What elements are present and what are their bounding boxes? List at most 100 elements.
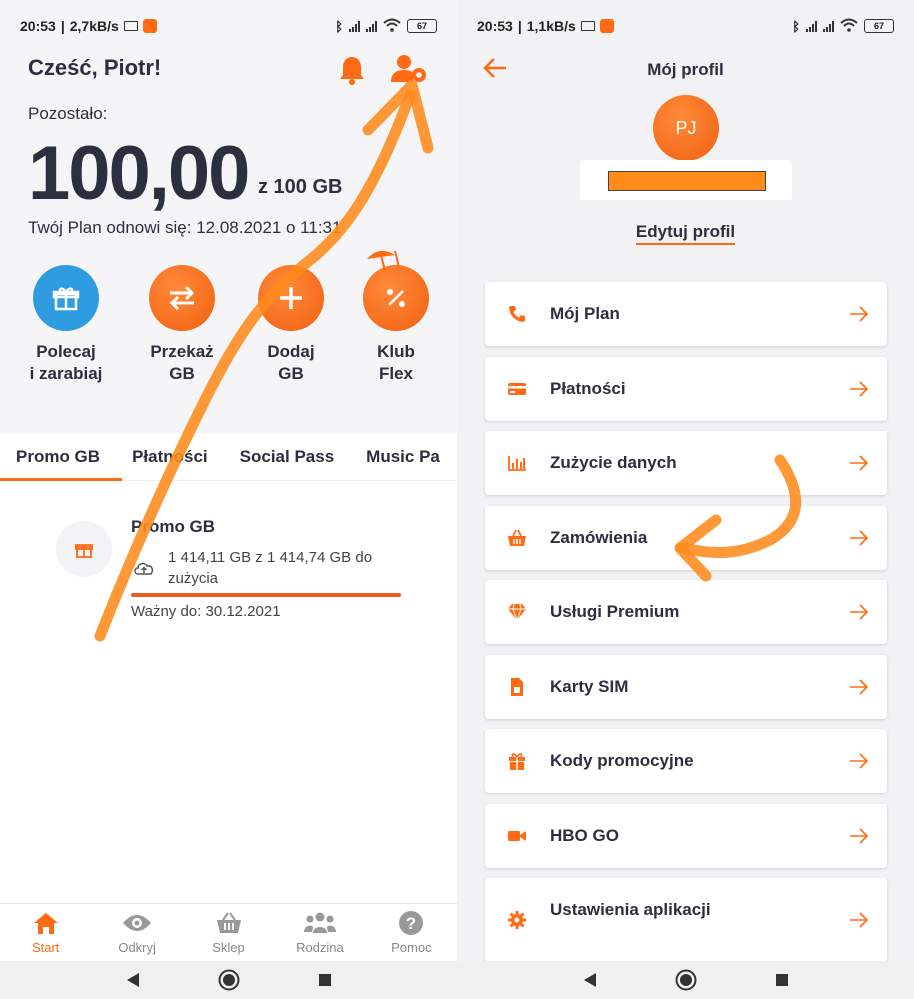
offers-section: Promo GB Płatności Social Pass Music Pa …: [0, 433, 457, 903]
arrow-right-icon: [849, 751, 869, 771]
status-speed: 1,1kB/s: [526, 18, 576, 34]
redacted-name: [608, 171, 766, 191]
bottom-navigation: Start Odkryj Sklep Rodzina ? Pomoc: [0, 903, 457, 961]
nav-shop[interactable]: Sklep: [183, 904, 274, 961]
tab-payments[interactable]: Płatności: [116, 447, 224, 467]
home-screen: 20:53 | 2,7kB/s ᛒ 67 Cześć, Piotr! Pozos…: [0, 0, 457, 999]
menu-item-data-usage[interactable]: Zużycie danych: [485, 431, 887, 495]
battery-indicator: 67: [407, 19, 437, 33]
action-add-gb[interactable]: Dodaj GB: [241, 265, 341, 385]
arrow-right-icon: [849, 602, 869, 622]
greeting: Cześć, Piotr!: [28, 55, 162, 80]
status-bar: 20:53 | 2,7kB/s ᛒ 67: [0, 0, 457, 52]
system-navigation: [457, 961, 914, 999]
remaining-total: z 100 GB: [258, 176, 343, 198]
action-refer[interactable]: Polecaj i zarabiaj: [16, 265, 116, 385]
gift-icon: [33, 265, 99, 331]
arrow-right-icon: [849, 528, 869, 548]
nav-discover[interactable]: Odkryj: [91, 904, 182, 961]
nav-start[interactable]: Start: [0, 904, 91, 961]
battery-indicator: 67: [864, 19, 894, 33]
gift-icon: [507, 751, 527, 771]
transfer-icon: [149, 265, 215, 331]
menu-item-payments[interactable]: Płatności: [485, 356, 887, 421]
arrow-right-icon: [849, 304, 869, 324]
signal-icon-2: [366, 20, 377, 32]
promo-title: Promo GB: [131, 517, 216, 536]
recents-square-icon[interactable]: [775, 973, 789, 987]
tab-music-pass[interactable]: Music Pa: [350, 447, 456, 467]
menu-item-app-settings[interactable]: Ustawienia aplikacji: [485, 878, 887, 962]
app-notification-icon: [142, 19, 157, 33]
signal-icon-2: [823, 20, 834, 32]
signal-icon: [806, 20, 817, 32]
family-icon: [274, 910, 365, 936]
basket-icon: [183, 910, 274, 936]
menu-item-hbo-go[interactable]: HBO GO: [485, 803, 887, 868]
nav-help[interactable]: ? Pomoc: [366, 904, 457, 961]
promo-progress-bar: [131, 593, 401, 597]
status-time: 20:53: [20, 18, 56, 34]
recents-square-icon[interactable]: [318, 973, 332, 987]
card-icon: [507, 379, 527, 399]
promo-progress-fill: [131, 593, 401, 597]
phone-icon: [507, 304, 527, 324]
remaining-label: Pozostało:: [28, 104, 108, 123]
edit-profile-link[interactable]: Edytuj profil: [635, 222, 736, 245]
bluetooth-icon: ᛒ: [335, 18, 343, 34]
plan-renew-text: Twój Plan odnowi się: 12.08.2021 o 11:31: [28, 218, 342, 237]
arrow-right-icon: [849, 379, 869, 399]
tab-social-pass[interactable]: Social Pass: [224, 447, 351, 467]
menu-item-promo-codes[interactable]: Kody promocyjne: [485, 729, 887, 793]
home-circle-icon[interactable]: [218, 969, 240, 991]
video-icon: [507, 826, 527, 846]
promo-valid-until: Ważny do: 30.12.2021: [131, 603, 281, 620]
arrow-right-icon: [849, 677, 869, 697]
status-speed: 2,7kB/s: [69, 18, 119, 34]
action-transfer-gb[interactable]: Przekaż GB: [132, 265, 232, 385]
status-bar: 20:53 | 1,1kB/s ᛒ 67: [457, 0, 914, 52]
sim-icon: [507, 677, 527, 697]
help-icon: ?: [366, 910, 457, 936]
app-notification-icon: [599, 19, 614, 33]
system-navigation: [0, 961, 457, 999]
menu-item-premium-services[interactable]: Usługi Premium: [485, 580, 887, 644]
plus-icon: [258, 265, 324, 331]
profile-menu: Mój Plan Płatności Zużycie danych Zamówi…: [485, 282, 887, 973]
arrow-right-icon: [849, 453, 869, 473]
bluetooth-icon: ᛒ: [792, 18, 800, 34]
arrow-right-icon: [849, 826, 869, 846]
svg-text:?: ?: [406, 914, 416, 933]
active-tab-indicator: [0, 478, 122, 481]
menu-item-orders[interactable]: Zamówienia: [485, 505, 887, 570]
percent-coconut-icon: [363, 250, 429, 331]
home-circle-icon[interactable]: [675, 969, 697, 991]
back-triangle-icon[interactable]: [126, 972, 140, 988]
tab-promo-gb[interactable]: Promo GB: [0, 447, 116, 467]
profile-settings-icon[interactable]: [390, 52, 430, 88]
bell-icon[interactable]: [338, 55, 368, 85]
laptop-icon: [580, 21, 595, 31]
avatar: PJ: [653, 95, 719, 161]
menu-item-sim-cards[interactable]: Karty SIM: [485, 654, 887, 719]
cloud-upload-icon: [133, 560, 155, 576]
status-time: 20:53: [477, 18, 513, 34]
profile-screen: 20:53 | 1,1kB/s ᛒ 67 Mój profil PJ Edytu…: [457, 0, 914, 999]
nav-family[interactable]: Rodzina: [274, 904, 365, 961]
remaining-value: 100,00: [28, 131, 250, 216]
action-club-flex[interactable]: Klub Flex: [346, 250, 446, 385]
eye-icon: [91, 910, 182, 936]
wifi-icon: [840, 18, 858, 35]
signal-icon: [349, 20, 360, 32]
menu-item-my-plan[interactable]: Mój Plan: [485, 282, 887, 346]
laptop-icon: [123, 21, 138, 31]
promo-usage: 1 414,11 GB z 1 414,74 GB do zużycia: [168, 549, 373, 587]
diamond-icon: [507, 602, 527, 622]
arrow-right-icon: [849, 910, 869, 930]
quick-actions: Polecaj i zarabiaj Przekaż GB Dodaj GB Klub…: [0, 250, 457, 395]
wifi-icon: [383, 18, 401, 35]
offer-tabs: Promo GB Płatności Social Pass Music Pa: [0, 433, 457, 481]
back-triangle-icon[interactable]: [583, 972, 597, 988]
gift-icon: [56, 521, 112, 577]
chart-icon: [507, 453, 527, 473]
